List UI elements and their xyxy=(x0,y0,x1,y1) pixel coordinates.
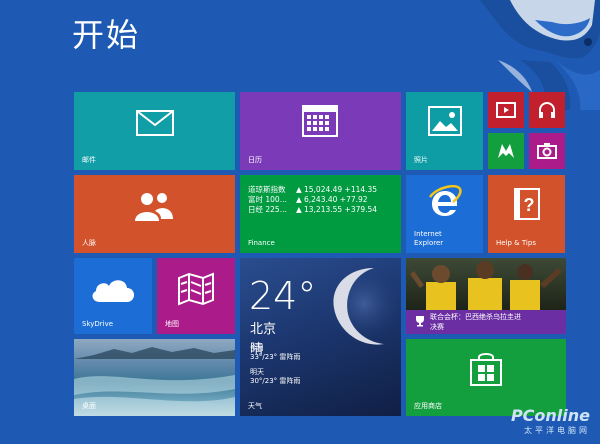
cloud-icon xyxy=(92,280,135,302)
up-arrow-icon: ▲ xyxy=(296,185,302,194)
tile-skydrive[interactable]: SkyDrive xyxy=(74,258,152,334)
finance-index-name: 道琼斯指数 xyxy=(248,185,286,194)
tile-mail-label: 邮件 xyxy=(82,156,96,164)
tile-weather[interactable]: 24° 北京 晴 今日 33°/23° 雷阵雨 明天 30°/23° 雷阵雨 天… xyxy=(240,258,401,416)
weather-city: 北京 xyxy=(250,322,277,337)
tile-finance[interactable]: 道琼斯指数 ▲ 15,024.49 +114.35 富时 100... ▲ 6,… xyxy=(240,175,401,253)
tile-internet-explorer-label: Internet Explorer xyxy=(414,230,443,248)
sports-headline-line1: 联合会杯：巴西绝杀乌拉圭进 xyxy=(430,313,521,321)
watermark: PConline 太平洋电脑网 xyxy=(511,406,590,436)
tile-help-tips[interactable]: ? Help & Tips xyxy=(488,175,565,253)
headphones-icon xyxy=(539,102,555,118)
ie-label-line1: Internet xyxy=(414,230,442,238)
watermark-subtitle: 太平洋电脑网 xyxy=(524,426,590,435)
svg-text:?: ? xyxy=(524,195,535,215)
camera-icon xyxy=(537,143,557,159)
tile-sports[interactable]: 联合会杯：巴西绝杀乌拉圭进 决赛 xyxy=(406,258,566,334)
tile-store-label: 应用商店 xyxy=(414,402,442,410)
trophy-icon xyxy=(416,316,424,327)
weather-temperature: 24° xyxy=(249,274,317,318)
tile-photos-label: 照片 xyxy=(414,156,428,164)
store-bag-icon xyxy=(470,353,502,386)
tile-people-label: 人脉 xyxy=(82,239,96,247)
sports-news-photo xyxy=(406,258,566,310)
tile-camera[interactable] xyxy=(529,133,565,169)
tile-calendar-label: 日历 xyxy=(248,156,262,164)
sports-headline: 联合会杯：巴西绝杀乌拉圭进 决赛 xyxy=(430,312,521,332)
finance-index-name: 日经 225... xyxy=(248,205,287,214)
tile-desktop-label: 桌面 xyxy=(82,402,96,410)
tile-maps[interactable]: 地图 xyxy=(157,258,235,334)
finance-row: 日经 225... ▲ 13,213.55 +379.54 xyxy=(248,205,377,215)
tile-photos[interactable]: 照片 xyxy=(406,92,483,170)
finance-row: 道琼斯指数 ▲ 15,024.49 +114.35 xyxy=(248,185,377,195)
moon-icon xyxy=(324,264,401,345)
tile-music[interactable] xyxy=(529,92,565,128)
tile-people[interactable]: 人脉 xyxy=(74,175,235,253)
tile-mail[interactable]: 邮件 xyxy=(74,92,235,170)
sports-headline-line2: 决赛 xyxy=(430,323,444,331)
tile-video[interactable] xyxy=(488,92,524,128)
tile-finance-label: Finance xyxy=(248,239,275,247)
help-book-icon: ? xyxy=(514,188,540,220)
tile-calendar[interactable]: 日历 xyxy=(240,92,401,170)
tile-help-label: Help & Tips xyxy=(496,239,536,247)
tile-games[interactable] xyxy=(488,133,524,169)
tile-maps-label: 地图 xyxy=(165,320,179,328)
ie-label-line2: Explorer xyxy=(414,239,444,247)
tile-weather-label: 天气 xyxy=(248,402,262,410)
weather-today-label: 今日 xyxy=(250,344,264,352)
tile-skydrive-label: SkyDrive xyxy=(82,320,114,328)
finance-index-value: 6,243.40 +77.92 xyxy=(304,195,368,204)
map-icon xyxy=(178,272,214,306)
tile-store[interactable]: 应用商店 xyxy=(406,339,566,416)
up-arrow-icon: ▲ xyxy=(296,195,302,204)
finance-index-list: 道琼斯指数 ▲ 15,024.49 +114.35 富时 100... ▲ 6,… xyxy=(248,185,377,215)
tile-internet-explorer[interactable]: Internet Explorer xyxy=(406,175,483,253)
finance-row: 富时 100... ▲ 6,243.40 +77.92 xyxy=(248,195,377,205)
calendar-icon xyxy=(302,105,338,137)
start-screen-title: 开始 xyxy=(72,16,141,54)
finance-index-value: 15,024.49 +114.35 xyxy=(304,185,378,194)
weather-tomorrow-label: 明天 xyxy=(250,368,264,376)
xbox-controller-icon xyxy=(498,144,514,158)
up-arrow-icon: ▲ xyxy=(296,205,302,214)
mail-envelope-icon xyxy=(136,110,174,136)
video-icon xyxy=(496,102,516,118)
internet-explorer-icon xyxy=(428,185,462,216)
finance-index-value: 13,213.55 +379.54 xyxy=(304,205,378,214)
weather-today-forecast: 33°/23° 雷阵雨 xyxy=(250,353,301,361)
watermark-logo: PConline xyxy=(510,406,590,425)
tile-desktop[interactable]: 桌面 xyxy=(74,339,235,416)
finance-index-name: 富时 100... xyxy=(248,195,287,204)
weather-tomorrow-forecast: 30°/23° 雷阵雨 xyxy=(250,377,301,385)
desktop-wallpaper-image xyxy=(74,347,235,416)
people-icon xyxy=(135,193,173,221)
photos-picture-icon xyxy=(428,106,462,136)
